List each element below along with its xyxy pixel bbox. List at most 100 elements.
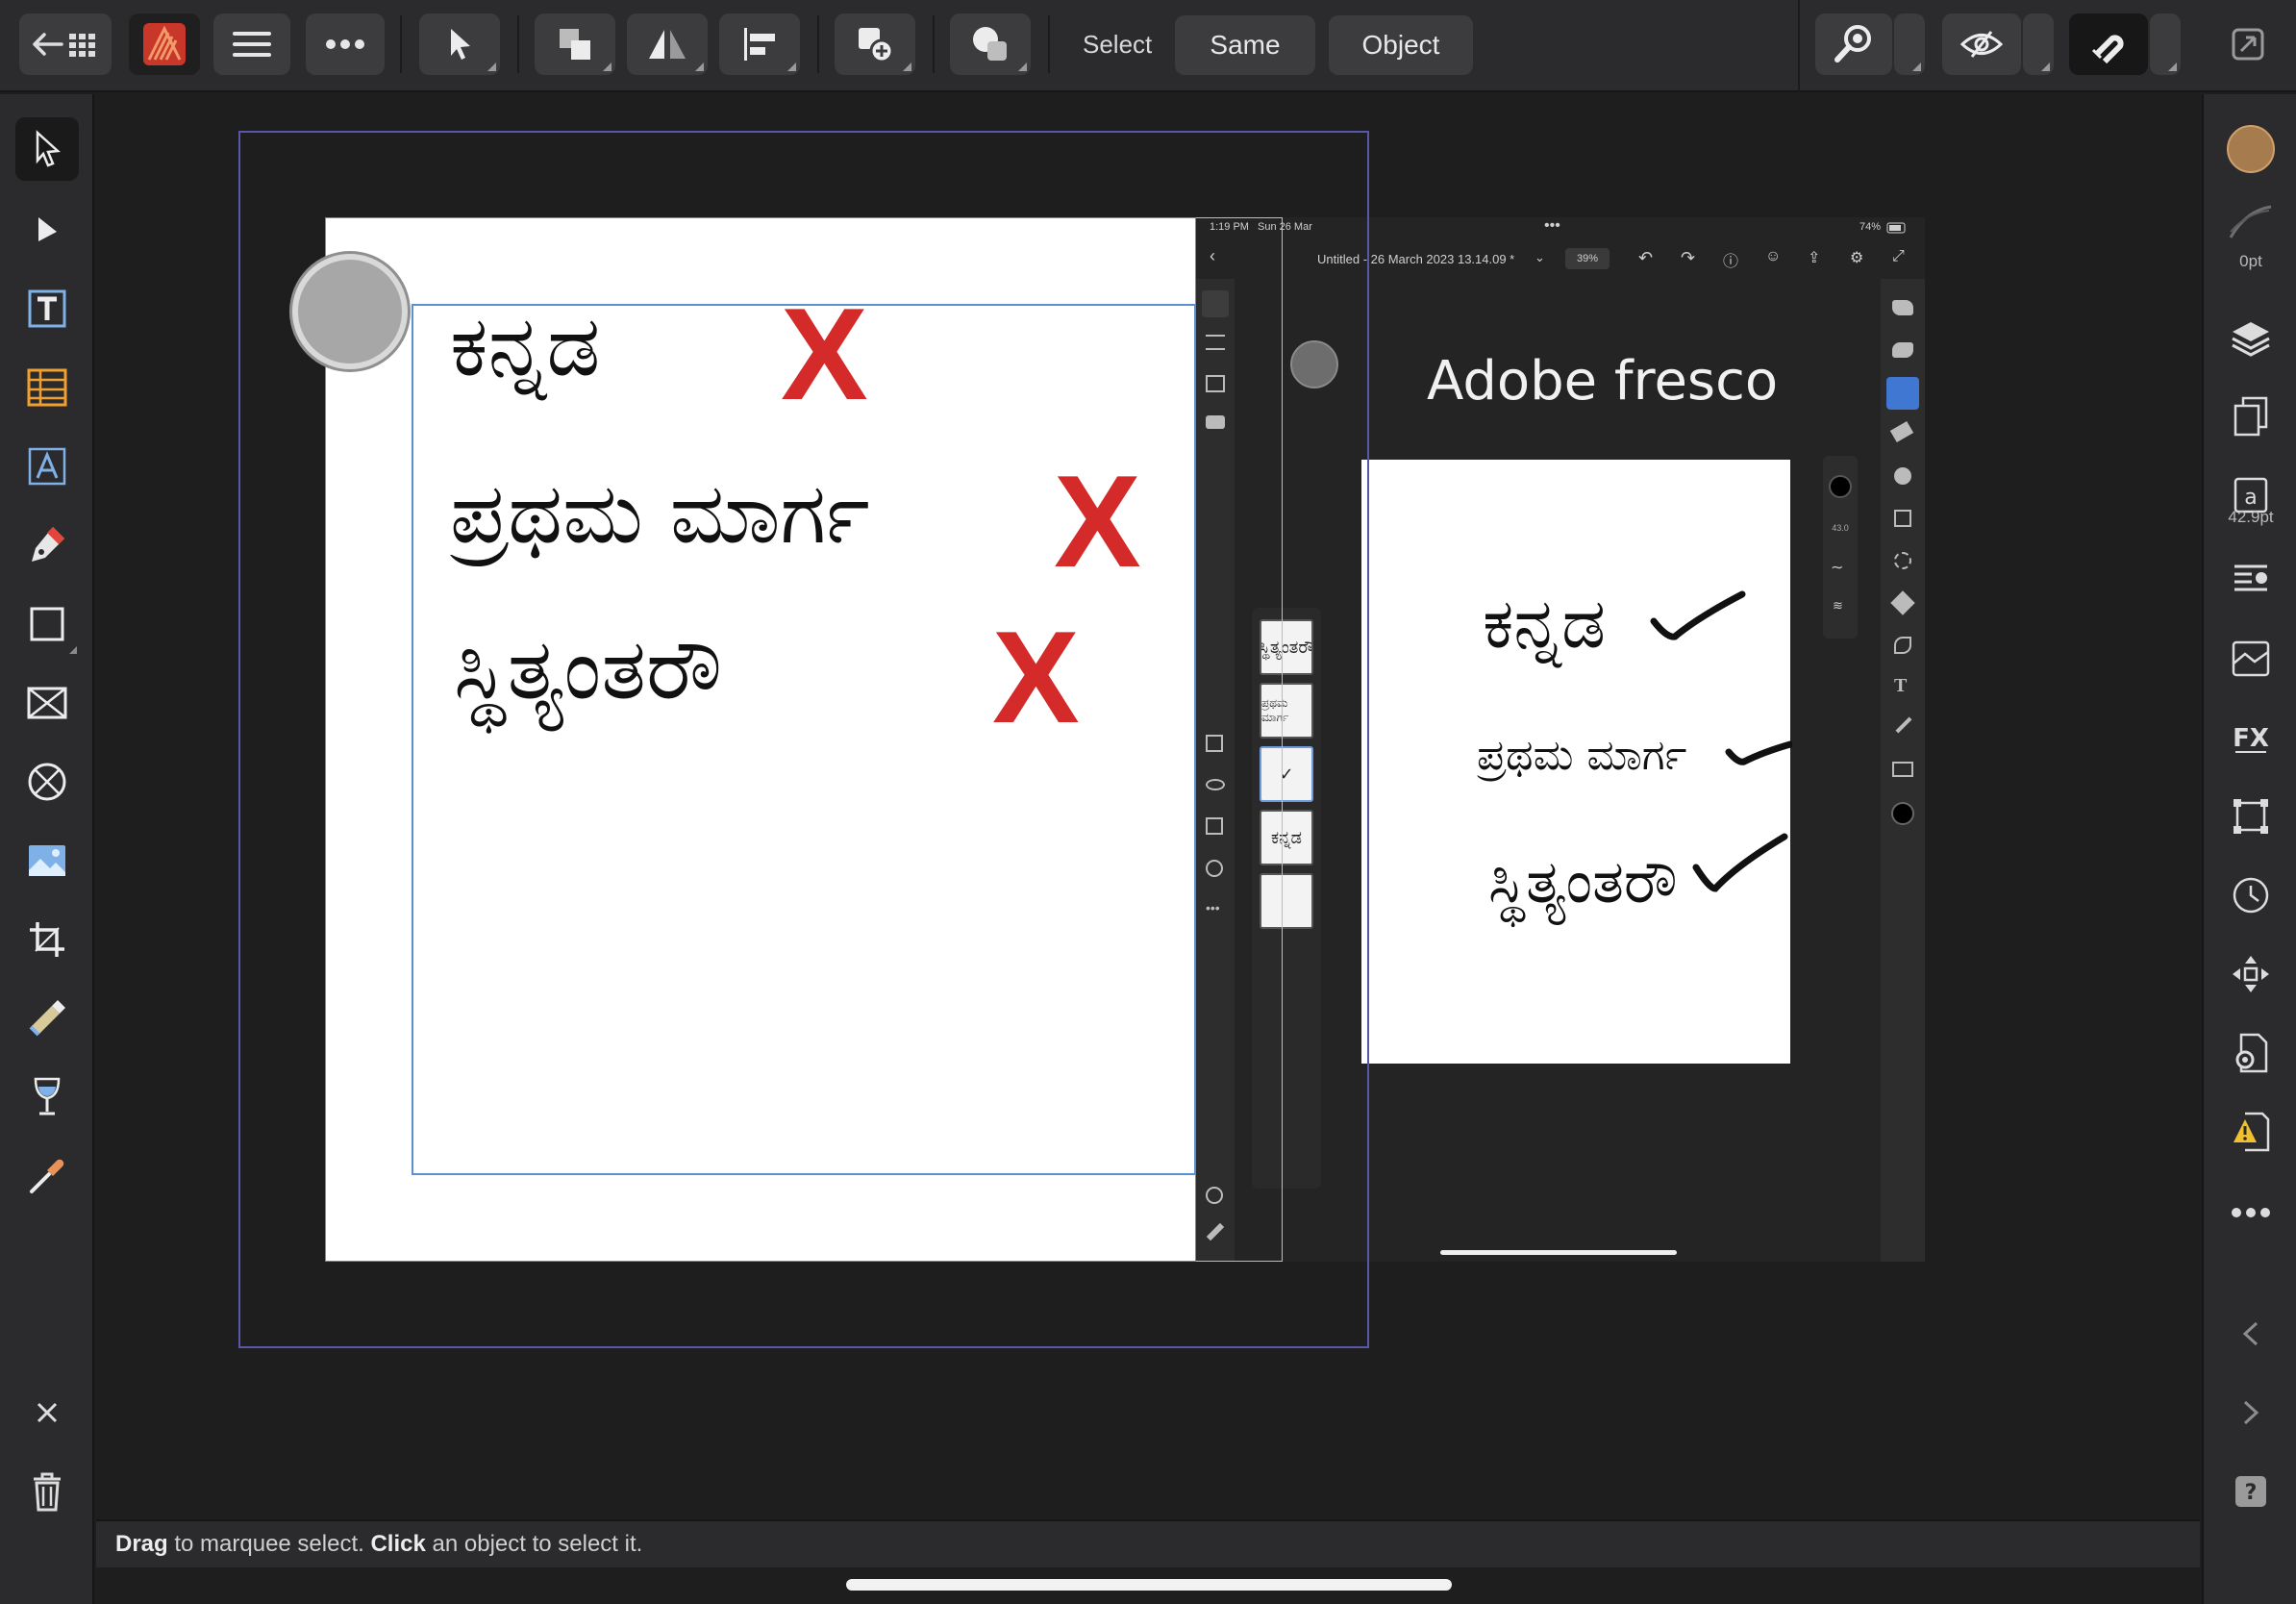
- pen-tool[interactable]: [15, 514, 79, 577]
- effects-studio[interactable]: FX: [2219, 706, 2283, 769]
- context-hint-bar: Drag to marquee select. Click an object …: [96, 1519, 2200, 1567]
- menu-button[interactable]: [213, 13, 290, 75]
- select-object-button[interactable]: Object: [1329, 15, 1473, 75]
- move-tool-options-button[interactable]: [419, 13, 500, 75]
- close-context-button[interactable]: [15, 1381, 79, 1444]
- fresco-fullscreen-icon[interactable]: ⤢: [1892, 248, 1905, 265]
- artistic-text-tool[interactable]: [15, 435, 79, 498]
- wine-glass-icon: [34, 1077, 61, 1115]
- fresco-export-icon[interactable]: ⇪: [1808, 248, 1820, 267]
- font-size-label: 42.9pt: [2228, 508, 2274, 526]
- table-tool[interactable]: [15, 356, 79, 419]
- fx-icon: FX: [2233, 724, 2269, 753]
- fresco-eyedropper-icon[interactable]: [1895, 716, 1912, 734]
- rectangle-icon: [30, 607, 64, 641]
- fresco-settings-icon[interactable]: ⚙: [1850, 248, 1863, 267]
- collapse-studio-button[interactable]: [2219, 1302, 2283, 1366]
- fill-tool[interactable]: [15, 987, 79, 1050]
- fresco-brush-size-dot[interactable]: [1829, 475, 1852, 498]
- fresco-redo-icon[interactable]: ↷: [1681, 248, 1695, 268]
- svg-text:a: a: [2244, 486, 2257, 510]
- more-studios-button[interactable]: [2219, 1181, 2283, 1244]
- fresco-share-user-icon[interactable]: ☺: [1765, 248, 1781, 265]
- expand-studio-button[interactable]: [2219, 1381, 2283, 1444]
- fresco-undo-icon[interactable]: ↶: [1638, 248, 1653, 268]
- fill-color-well[interactable]: [2219, 117, 2283, 181]
- gradient-icon: [29, 1000, 65, 1037]
- toggle-ui-button[interactable]: [2221, 13, 2275, 75]
- add-shape-icon: [859, 28, 894, 63]
- view-mode-button[interactable]: [1942, 13, 2021, 75]
- warning-icon: [2234, 1112, 2270, 1152]
- fresco-brush-size-value[interactable]: 43.0: [1823, 523, 1858, 533]
- text-styles-studio[interactable]: [2219, 627, 2283, 690]
- move-tool[interactable]: [15, 117, 79, 181]
- fresco-type-icon[interactable]: T: [1894, 675, 1907, 697]
- transform-studio[interactable]: [2219, 785, 2283, 848]
- history-studio[interactable]: [2219, 864, 2283, 927]
- fresco-zoom-readout[interactable]: 39%: [1565, 248, 1610, 269]
- pages-studio[interactable]: [2219, 385, 2283, 448]
- insert-button[interactable]: [835, 13, 915, 75]
- view-options-button[interactable]: [2023, 13, 2054, 75]
- fresco-pixel-brush-icon[interactable]: [1892, 300, 1913, 315]
- zoom-button[interactable]: [1815, 13, 1892, 75]
- resource-manager-studio[interactable]: [2219, 1021, 2283, 1085]
- toolbar-separator: [1798, 0, 1800, 92]
- vector-crop-tool[interactable]: [15, 908, 79, 971]
- select-same-button[interactable]: Same: [1175, 15, 1315, 75]
- delete-button[interactable]: [15, 1460, 79, 1523]
- color-picker-tool[interactable]: [15, 1144, 79, 1208]
- picture-frame-ellipse-tool[interactable]: [15, 750, 79, 814]
- chevron-left-icon: [2242, 1321, 2259, 1346]
- fresco-help-icon[interactable]: ⓘ: [1723, 248, 1738, 271]
- fresco-image-icon[interactable]: [1892, 762, 1913, 777]
- fresco-lasso-icon[interactable]: [1894, 552, 1911, 569]
- back-to-gallery-button[interactable]: [19, 13, 112, 75]
- align-button[interactable]: [719, 13, 800, 75]
- fresco-brush-settings: 43.0 ∼ ≋: [1823, 456, 1858, 639]
- zoom-options-button[interactable]: [1894, 13, 1925, 75]
- fresco-eraser-icon[interactable]: [1889, 420, 1914, 443]
- app-logo-button[interactable]: [129, 13, 200, 75]
- selection-rotation-handle[interactable]: [292, 254, 408, 369]
- paragraph-studio[interactable]: [2219, 548, 2283, 612]
- magnet-icon: [2091, 35, 2124, 63]
- preflight-studio[interactable]: [2219, 1100, 2283, 1164]
- pointer-icon: [451, 29, 470, 60]
- document-gear-icon: [2235, 1033, 2268, 1073]
- transparency-tool[interactable]: [15, 1065, 79, 1129]
- fresco-fill-icon[interactable]: [1890, 590, 1915, 615]
- arrange-button[interactable]: [535, 13, 615, 75]
- fresco-canvas-line-3: ಸ್ಥಿತ್ಯಂತರೌ: [1488, 846, 1678, 916]
- fresco-smoothing-icon[interactable]: ∼: [1831, 558, 1843, 577]
- multitask-dots-icon: •••: [1544, 217, 1560, 234]
- node-tool[interactable]: [15, 198, 79, 262]
- frame-text-tool[interactable]: [15, 277, 79, 340]
- fresco-canvas[interactable]: ಕನ್ನಡ ಪ್ರಥಮ ಮಾರ್ಗ ಸ್ಥಿತ್ಯಂತರೌ: [1361, 460, 1792, 1064]
- fresco-live-brush-icon[interactable]: [1892, 342, 1913, 358]
- snapping-button[interactable]: [2069, 13, 2148, 75]
- fresco-shapes-icon[interactable]: [1894, 637, 1911, 654]
- place-image-tool[interactable]: [15, 829, 79, 892]
- help-button[interactable]: ?: [2219, 1460, 2283, 1523]
- fresco-brush-options-icon[interactable]: ≋: [1833, 598, 1843, 614]
- fresco-transform-icon[interactable]: [1894, 510, 1911, 527]
- rectangle-tool[interactable]: [15, 592, 79, 656]
- more-options-button[interactable]: [306, 13, 385, 75]
- layers-studio[interactable]: [2219, 306, 2283, 369]
- geometry-button[interactable]: [950, 13, 1031, 75]
- fresco-smudge-icon[interactable]: [1894, 467, 1911, 485]
- fresco-color-swatch[interactable]: [1891, 802, 1914, 825]
- snapping-options-button[interactable]: [2150, 13, 2181, 75]
- flip-button[interactable]: [627, 13, 708, 75]
- svg-text:?: ?: [2245, 1481, 2258, 1505]
- picture-frame-rectangle-tool[interactable]: [15, 671, 79, 735]
- stroke-well[interactable]: [2219, 190, 2283, 254]
- navigator-studio[interactable]: [2219, 942, 2283, 1006]
- fresco-title-chevron-icon[interactable]: ⌄: [1535, 250, 1545, 265]
- fresco-canvas-line-1: ಕನ್ನಡ: [1483, 583, 1607, 664]
- fresco-vector-brush-icon[interactable]: [1886, 377, 1919, 410]
- stroke-brush-icon: [2229, 205, 2272, 238]
- image-icon: [29, 845, 65, 876]
